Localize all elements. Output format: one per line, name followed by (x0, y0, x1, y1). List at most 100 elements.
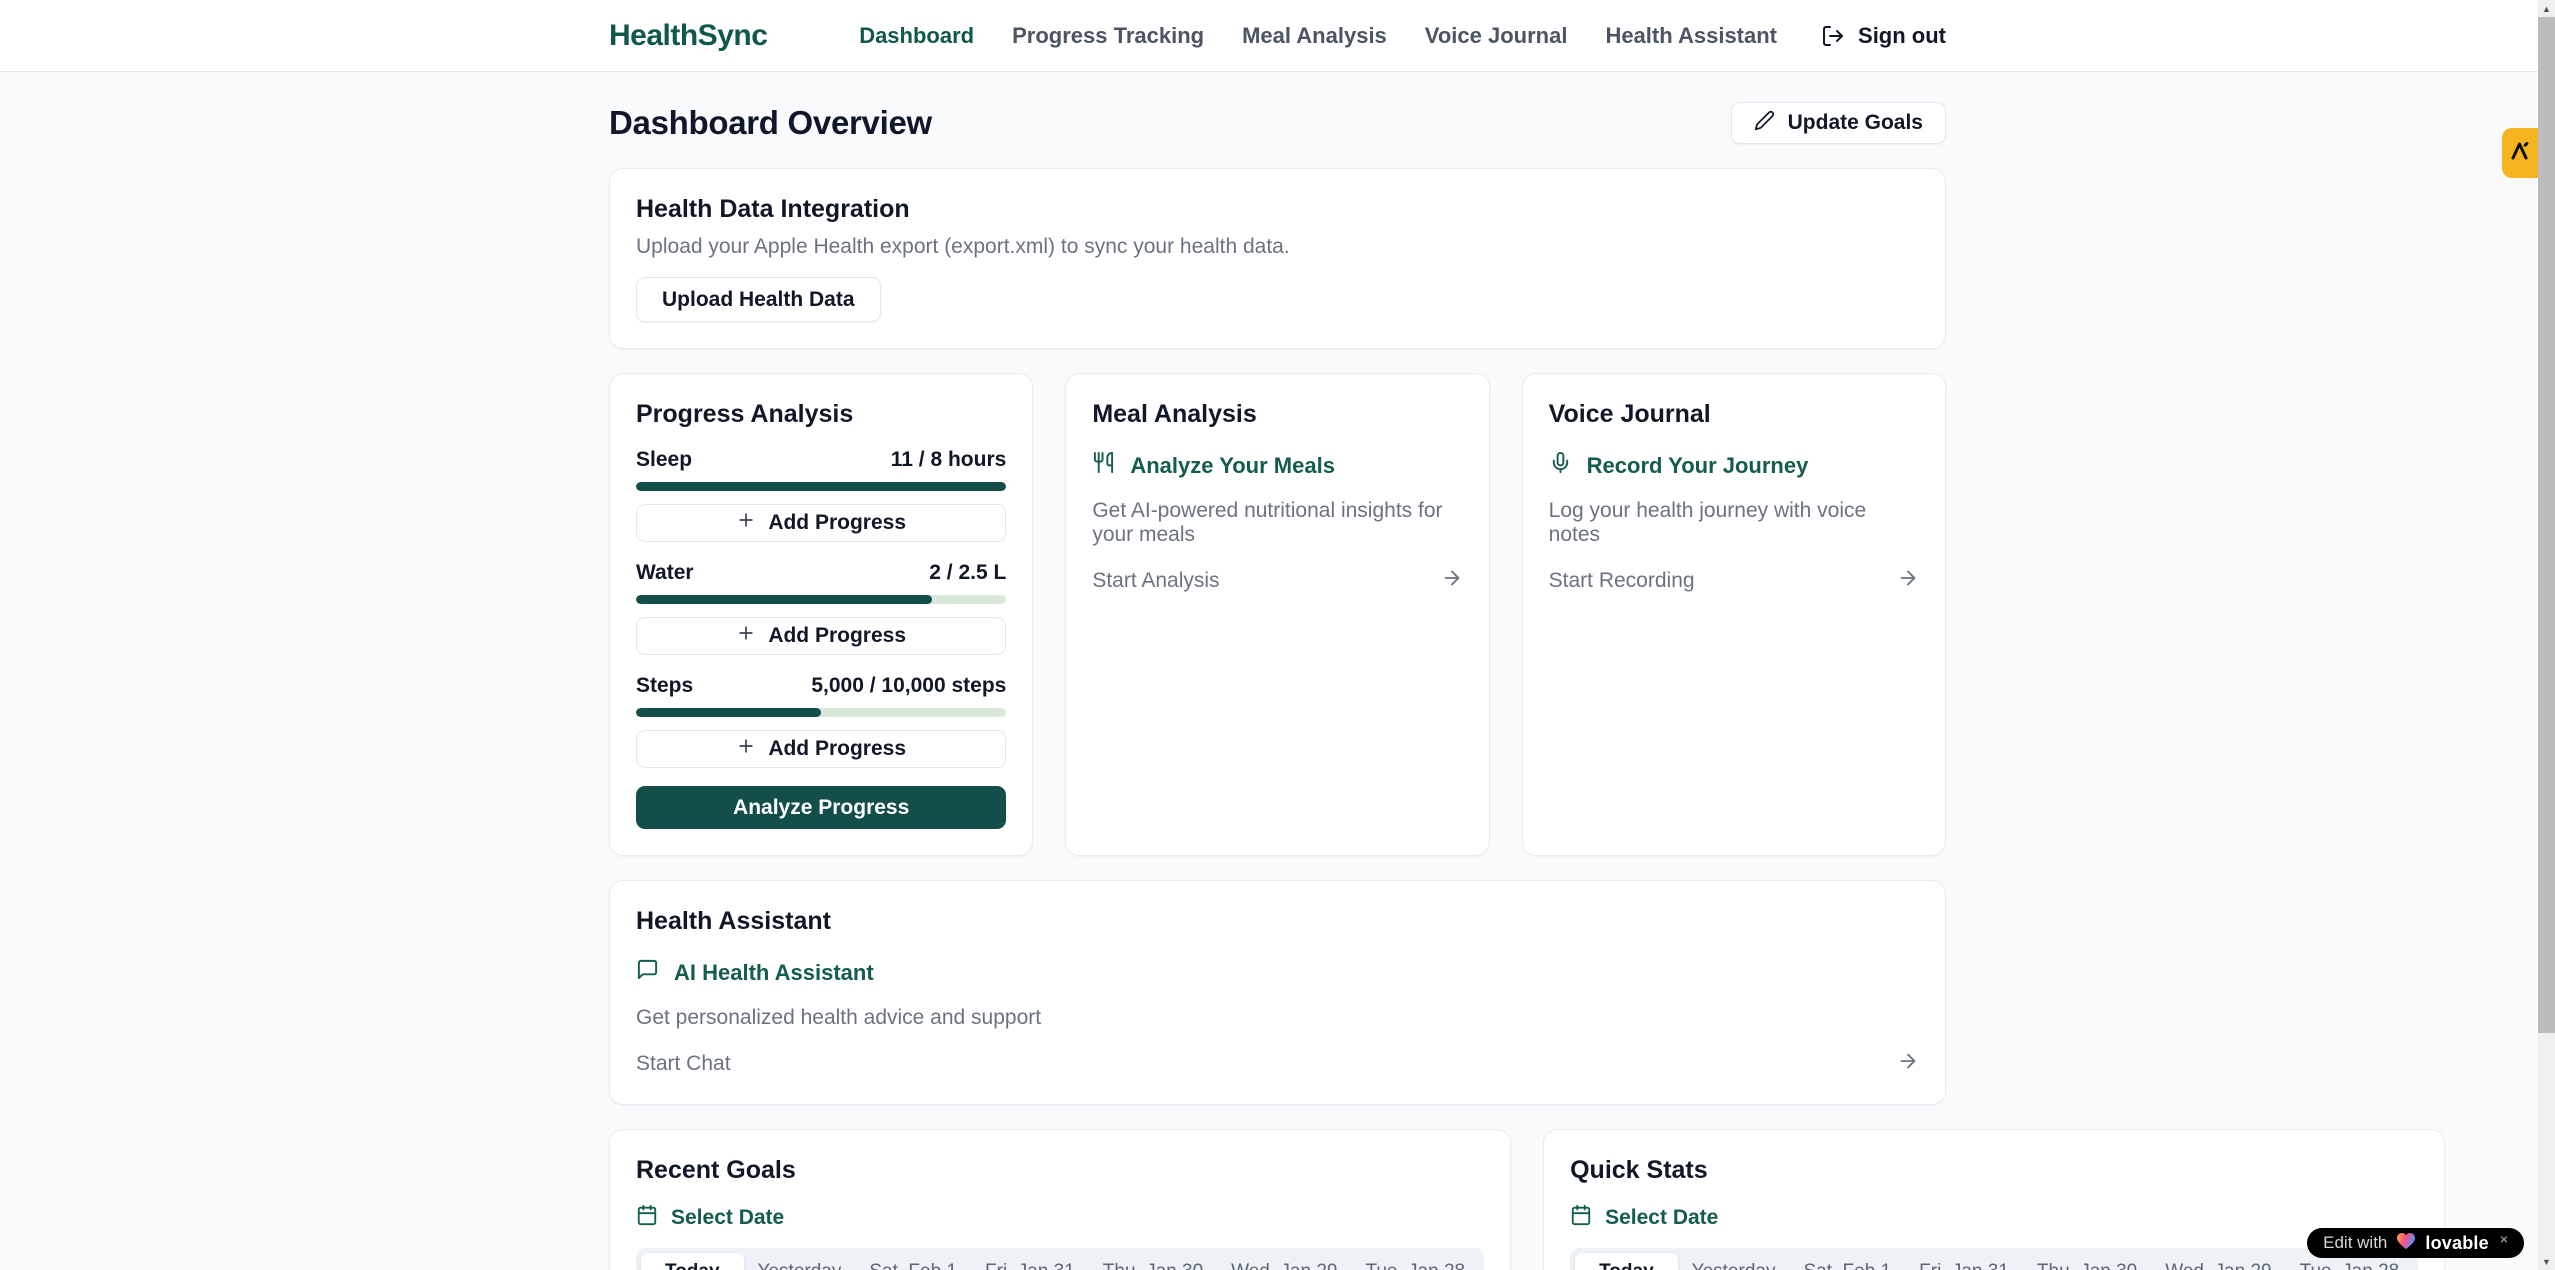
meal-analysis-description: Get AI-powered nutritional insights for … (1092, 499, 1462, 547)
record-journey-link[interactable]: Record Your Journey (1549, 451, 1919, 480)
health-assistant-title: Health Assistant (636, 907, 1919, 936)
sign-out-label: Sign out (1858, 23, 1946, 49)
analyze-meals-link[interactable]: Analyze Your Meals (1092, 451, 1462, 480)
health-data-title: Health Data Integration (636, 195, 1919, 224)
scrollbar-up-arrow[interactable]: ▲ (2538, 0, 2555, 17)
scrollbar-thumb[interactable] (2538, 17, 2555, 1033)
date-tab-tue-jan-28[interactable]: Tue, Jan 28 (1351, 1253, 1479, 1270)
calendar-icon (1570, 1204, 1592, 1232)
add-progress-label: Add Progress (768, 737, 906, 761)
metric-sleep: Sleep 11 / 8 hours Add Progress (636, 448, 1006, 542)
add-progress-sleep-button[interactable]: Add Progress (636, 504, 1006, 542)
metric-value: 11 / 8 hours (891, 448, 1007, 472)
lovable-logo-icon (2508, 139, 2532, 168)
metric-water: Water 2 / 2.5 L Add Progress (636, 561, 1006, 655)
ai-health-assistant-label: AI Health Assistant (674, 960, 874, 986)
badge-close-icon[interactable]: × (2500, 1231, 2508, 1247)
quick-stats-title: Quick Stats (1570, 1156, 2418, 1185)
add-progress-water-button[interactable]: Add Progress (636, 617, 1006, 655)
quick-stats-select-date[interactable]: Select Date (1570, 1204, 2418, 1232)
plus-icon (736, 736, 756, 762)
add-progress-label: Add Progress (768, 624, 906, 648)
upload-health-data-button[interactable]: Upload Health Data (636, 277, 881, 322)
progress-analysis-title: Progress Analysis (636, 400, 1006, 429)
quick-stats-date-tabs: Today Yesterday Sat, Feb 1 Fri, Jan 31 T… (1570, 1248, 2418, 1270)
water-progress-bar (636, 595, 1006, 604)
voice-journal-description: Log your health journey with voice notes (1549, 499, 1919, 547)
nav-dashboard[interactable]: Dashboard (859, 23, 974, 49)
plus-icon (736, 623, 756, 649)
scrollbar-down-arrow[interactable]: ▼ (2538, 1253, 2555, 1270)
steps-progress-bar (636, 708, 1006, 717)
metric-label: Sleep (636, 448, 692, 472)
recent-goals-select-date[interactable]: Select Date (636, 1204, 1484, 1232)
start-recording-action[interactable]: Start Recording (1549, 567, 1919, 595)
badge-brand-label: lovable (2425, 1233, 2488, 1254)
update-goals-label: Update Goals (1788, 111, 1923, 135)
metric-steps: Steps 5,000 / 10,000 steps Add Progress (636, 674, 1006, 768)
date-tab-sat-feb-1[interactable]: Sat, Feb 1 (1789, 1253, 1905, 1270)
recent-goals-card: Recent Goals Select Date Today Yesterday… (609, 1129, 1511, 1270)
calendar-icon (636, 1204, 658, 1232)
date-tab-fri-jan-31[interactable]: Fri, Jan 31 (1905, 1253, 2023, 1270)
date-tab-today[interactable]: Today (641, 1253, 744, 1270)
plus-icon (736, 510, 756, 536)
metric-value: 5,000 / 10,000 steps (811, 674, 1006, 698)
date-tab-today[interactable]: Today (1575, 1253, 1678, 1270)
lovable-fab-button[interactable] (2502, 128, 2538, 178)
start-analysis-action[interactable]: Start Analysis (1092, 567, 1462, 595)
metric-label: Water (636, 561, 694, 585)
main-nav: Dashboard Progress Tracking Meal Analysi… (859, 23, 1777, 49)
sleep-progress-fill (636, 482, 1006, 491)
date-tab-yesterday[interactable]: Yesterday (744, 1253, 856, 1270)
ai-health-assistant-link[interactable]: AI Health Assistant (636, 958, 1919, 987)
select-date-label: Select Date (1605, 1206, 1718, 1230)
logout-icon (1821, 24, 1845, 48)
arrow-right-icon (1441, 567, 1463, 595)
edit-with-lovable-badge[interactable]: Edit with lovable × (2307, 1228, 2524, 1258)
sign-out-button[interactable]: Sign out (1821, 23, 1946, 49)
health-assistant-card: Health Assistant AI Health Assistant Get… (609, 880, 1946, 1105)
date-tab-fri-jan-31[interactable]: Fri, Jan 31 (971, 1253, 1089, 1270)
start-chat-action[interactable]: Start Chat (636, 1050, 1919, 1078)
vertical-scrollbar: ▲ ▼ (2538, 0, 2555, 1270)
date-tab-yesterday[interactable]: Yesterday (1678, 1253, 1790, 1270)
main-content: Dashboard Overview Update Goals Health D… (609, 72, 1946, 1270)
nav-voice-journal[interactable]: Voice Journal (1425, 23, 1568, 49)
date-tab-wed-jan-29[interactable]: Wed, Jan 29 (2151, 1253, 2285, 1270)
health-data-description: Upload your Apple Health export (export.… (636, 235, 1919, 259)
meal-analysis-title: Meal Analysis (1092, 400, 1462, 429)
add-progress-steps-button[interactable]: Add Progress (636, 730, 1006, 768)
microphone-icon (1549, 451, 1572, 480)
brand-logo[interactable]: HealthSync (609, 19, 767, 53)
sleep-progress-bar (636, 482, 1006, 491)
voice-journal-card: Voice Journal Record Your Journey Log yo… (1522, 373, 1946, 856)
page-title: Dashboard Overview (609, 104, 932, 142)
pencil-icon (1754, 110, 1775, 137)
badge-prefix-label: Edit with (2323, 1233, 2387, 1253)
nav-meal-analysis[interactable]: Meal Analysis (1242, 23, 1387, 49)
date-tab-sat-feb-1[interactable]: Sat, Feb 1 (855, 1253, 971, 1270)
start-analysis-label: Start Analysis (1092, 569, 1219, 593)
date-tab-thu-jan-30[interactable]: Thu, Jan 30 (1089, 1253, 1217, 1270)
nav-progress-tracking[interactable]: Progress Tracking (1012, 23, 1204, 49)
update-goals-button[interactable]: Update Goals (1731, 102, 1946, 144)
progress-analysis-card: Progress Analysis Sleep 11 / 8 hours Add… (609, 373, 1033, 856)
top-header: HealthSync Dashboard Progress Tracking M… (0, 0, 2555, 72)
analyze-progress-button[interactable]: Analyze Progress (636, 786, 1006, 829)
analyze-meals-label: Analyze Your Meals (1130, 453, 1335, 479)
recent-goals-date-tabs: Today Yesterday Sat, Feb 1 Fri, Jan 31 T… (636, 1248, 1484, 1270)
select-date-label: Select Date (671, 1206, 784, 1230)
record-journey-label: Record Your Journey (1587, 453, 1809, 479)
date-tab-thu-jan-30[interactable]: Thu, Jan 30 (2023, 1253, 2151, 1270)
arrow-right-icon (1897, 1050, 1919, 1078)
meal-analysis-card: Meal Analysis Analyze Your Meals Get AI-… (1065, 373, 1489, 856)
health-assistant-description: Get personalized health advice and suppo… (636, 1006, 1919, 1030)
voice-journal-title: Voice Journal (1549, 400, 1919, 429)
utensils-icon (1092, 451, 1115, 480)
health-data-card: Health Data Integration Upload your Appl… (609, 168, 1946, 349)
date-tab-wed-jan-29[interactable]: Wed, Jan 29 (1217, 1253, 1351, 1270)
metric-label: Steps (636, 674, 693, 698)
nav-health-assistant[interactable]: Health Assistant (1605, 23, 1777, 49)
water-progress-fill (636, 595, 932, 604)
